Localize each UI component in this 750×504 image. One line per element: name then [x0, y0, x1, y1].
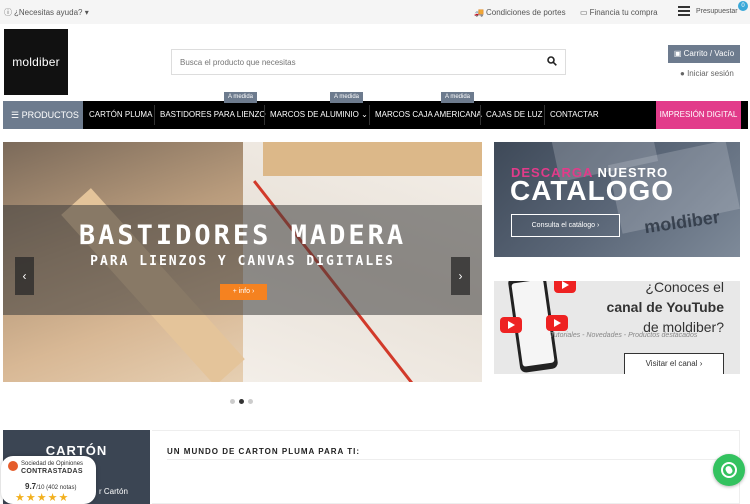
- content-panel: [152, 430, 740, 504]
- section-heading: UN MUNDO DE CARTON PLUMA PARA TI:: [167, 447, 360, 456]
- help-label: ¿Necesitas ayuda?: [14, 8, 83, 17]
- reviews-brand-line1: Sociedad de Opiniones: [21, 461, 84, 467]
- slide-info-button[interactable]: + info ›: [220, 284, 267, 300]
- hero-slider: BASTIDORES MADERA PARA LIENZOS Y CANVAS …: [3, 142, 482, 382]
- hamburger-icon: ☰: [11, 110, 20, 120]
- shipping-link[interactable]: 🚚 Condiciones de portes: [474, 8, 566, 17]
- nav-divider: [480, 105, 481, 125]
- nav-divider: [544, 105, 545, 125]
- search-icon[interactable]: [547, 56, 557, 66]
- nav-item-marcos-caja-americana[interactable]: MARCOS CAJA AMERICANA: [375, 101, 482, 129]
- info-button-label: + info: [232, 288, 251, 295]
- user-icon: ●: [680, 69, 685, 78]
- nav-item-marcos-aluminio[interactable]: MARCOS DE ALUMINIO ⌄: [270, 101, 368, 129]
- youtube-channel-button[interactable]: Visitar el canal ›: [624, 353, 724, 374]
- nav-item-bastidores[interactable]: BASTIDORES PARA LIENZO: [160, 101, 266, 129]
- slider-dot[interactable]: [230, 399, 235, 404]
- youtube-play-icon: [546, 315, 568, 331]
- promo-link[interactable]: r Cartón: [99, 487, 128, 496]
- youtube-banner[interactable]: ¿Conoces el canal de YouTube de moldiber…: [494, 281, 740, 374]
- heading-divider: [167, 459, 737, 460]
- nav-divider: [264, 105, 265, 125]
- slider-next-button[interactable]: ›: [451, 257, 470, 295]
- youtube-line1: ¿Conoces el: [645, 281, 724, 295]
- login-link[interactable]: ● Iniciar sesión: [680, 69, 734, 78]
- reviews-score-value: 9.7: [25, 482, 37, 491]
- nav-divider: [369, 105, 370, 125]
- a-medida-tag: A medida: [441, 92, 475, 103]
- slider-dots: [230, 391, 257, 409]
- youtube-button-label: Visitar el canal: [645, 359, 698, 368]
- catalog-button-label: Consulta el catálogo: [531, 222, 596, 229]
- site-logo[interactable]: moldiber: [4, 29, 68, 95]
- slider-dot-active[interactable]: [239, 399, 244, 404]
- budget-label: Presupuestar: [696, 7, 738, 15]
- shipping-label: Condiciones de portes: [485, 8, 566, 17]
- chevron-right-icon: ›: [699, 359, 703, 368]
- catalog-heading-line2: CATALOGO: [510, 175, 675, 206]
- youtube-subtitle: Tutoriales - Novedades - Productos desta…: [550, 332, 698, 339]
- cart-button[interactable]: ▣ Carrito / Vacío: [668, 45, 740, 63]
- wood-frame-graphic: [263, 142, 482, 176]
- financing-link[interactable]: ▭ Financia tu compra: [580, 8, 658, 17]
- youtube-play-icon: [554, 281, 576, 293]
- search-input[interactable]: [172, 50, 532, 74]
- slider-dot[interactable]: [248, 399, 253, 404]
- slider-prev-button[interactable]: ‹: [15, 257, 34, 295]
- a-medida-tag: A medida: [330, 92, 364, 103]
- youtube-line2: canal de YouTube: [607, 297, 724, 317]
- list-icon: [678, 6, 690, 16]
- chevron-down-icon: ⌄: [361, 110, 368, 119]
- login-label: Iniciar sesión: [687, 69, 734, 78]
- nav-item-contactar[interactable]: CONTACTAR: [550, 101, 599, 129]
- info-icon: ⓘ: [4, 8, 12, 17]
- youtube-line2-text: canal de YouTube: [606, 299, 724, 315]
- slide-title: BASTIDORES MADERA: [78, 220, 407, 251]
- budget-count-badge: 0: [738, 1, 748, 11]
- catalog-banner[interactable]: DESCARGA NUESTRO CATALOGO moldiber Consu…: [494, 142, 740, 257]
- chevron-right-icon: ›: [597, 222, 600, 229]
- nav-item-impresion-digital[interactable]: IMPRESIÓN DIGITAL: [656, 101, 741, 129]
- search-box: [171, 49, 566, 75]
- main-nav: ☰ PRODUCTOS CARTÓN PLUMA BASTIDORES PARA…: [3, 101, 748, 129]
- whatsapp-button[interactable]: [713, 454, 745, 486]
- reviews-score: 9.7/10 (402 notas): [25, 482, 76, 491]
- caret-down-icon: ▾: [84, 8, 89, 17]
- youtube-question: ¿Conoces el canal de YouTube de moldiber…: [607, 281, 724, 337]
- financing-label: Financia tu compra: [589, 8, 658, 17]
- shopping-bag-icon: ▣: [673, 49, 682, 58]
- a-medida-tag: A medida: [224, 92, 258, 103]
- help-dropdown[interactable]: ⓘ ¿Necesitas ayuda? ▾: [4, 7, 89, 18]
- chevron-right-icon: ›: [251, 288, 255, 295]
- truck-icon: 🚚: [474, 8, 484, 17]
- products-label: PRODUCTOS: [21, 110, 79, 120]
- youtube-play-icon: [500, 317, 522, 333]
- slide-subtitle: PARA LIENZOS Y CANVAS DIGITALES: [90, 254, 395, 269]
- nav-item-cajas-de-luz[interactable]: CAJAS DE LUZ: [486, 101, 542, 129]
- reviews-brand-line2: CONTRASTADAS: [21, 468, 83, 475]
- cart-label: Carrito / Vacío: [683, 49, 735, 58]
- nav-item-carton-pluma[interactable]: CARTÓN PLUMA: [89, 101, 152, 129]
- catalog-button[interactable]: Consulta el catálogo ›: [511, 214, 620, 237]
- star-rating-icon: ★★★★★: [15, 492, 70, 504]
- budget-button[interactable]: Presupuestar: [678, 6, 738, 16]
- credit-card-icon: ▭: [580, 8, 588, 17]
- nav-divider: [154, 105, 155, 125]
- products-menu-button[interactable]: ☰ PRODUCTOS: [3, 101, 83, 129]
- reviews-logo-icon: [8, 461, 18, 471]
- nav-item-label: MARCOS DE ALUMINIO: [270, 110, 359, 119]
- reviews-widget[interactable]: Sociedad de Opiniones CONTRASTADAS 9.7/1…: [1, 456, 96, 504]
- top-utility-bar: ⓘ ¿Necesitas ayuda? ▾ 🚚 Condiciones de por…: [0, 0, 750, 24]
